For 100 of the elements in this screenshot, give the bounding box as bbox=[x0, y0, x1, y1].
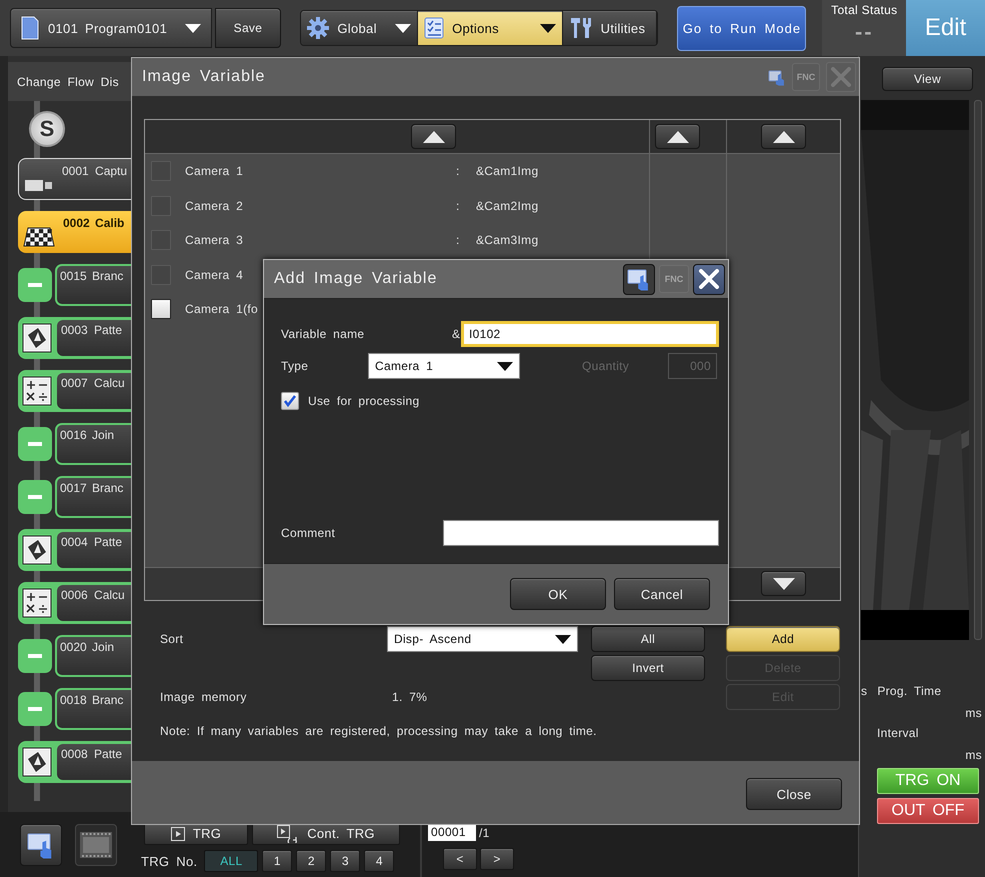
film-button[interactable] bbox=[75, 824, 117, 866]
select-button[interactable]: Invert bbox=[591, 655, 705, 681]
touch-button[interactable] bbox=[623, 264, 655, 294]
comment-field[interactable] bbox=[443, 520, 719, 546]
flow-item[interactable]: 0002 Calib bbox=[18, 211, 131, 253]
memory-value: 1. 7% bbox=[391, 690, 428, 704]
flow-item[interactable]: 0020 Join bbox=[55, 635, 131, 677]
minus-box-icon bbox=[18, 639, 52, 673]
check-icon bbox=[282, 393, 298, 409]
view-button[interactable]: View bbox=[882, 67, 973, 91]
output-indicator: TRG ON bbox=[877, 768, 979, 794]
variable-name: &Cam2Img bbox=[476, 198, 538, 213]
item-label: 0001 Captu bbox=[62, 164, 128, 178]
flow-item[interactable]: 0016 Join bbox=[55, 423, 131, 465]
scroll-down-button[interactable] bbox=[761, 571, 806, 596]
tilted-tile-icon bbox=[22, 747, 52, 777]
stat-label: Prog. Time bbox=[877, 684, 942, 698]
camera-name: Camera 4 bbox=[185, 268, 244, 282]
item-label: 0008 Patte bbox=[57, 744, 131, 780]
flow-item[interactable]: 0015 Branc bbox=[55, 264, 131, 306]
triangle-up-icon bbox=[422, 130, 444, 142]
trigger-number-button[interactable]: 1 bbox=[262, 850, 292, 872]
trigger-number-button[interactable]: 4 bbox=[364, 850, 394, 872]
trigger-number-button[interactable]: 3 bbox=[330, 850, 360, 872]
camera-name: Camera 2 bbox=[185, 198, 244, 213]
dialog-button[interactable]: OK bbox=[510, 578, 606, 610]
checkbox-label: Use for processing bbox=[308, 394, 420, 408]
next-button[interactable]: > bbox=[480, 848, 514, 870]
stat-label: Interval bbox=[877, 726, 919, 740]
sort-dropdown[interactable]: Disp- Ascend bbox=[387, 626, 578, 652]
separator: : bbox=[456, 164, 461, 178]
field-label: Type bbox=[281, 359, 310, 373]
status-label: Total Status bbox=[831, 3, 898, 17]
math-symbols-icon bbox=[22, 588, 52, 618]
math-symbols-icon bbox=[22, 376, 52, 406]
panel-title: Change Flow Dis bbox=[8, 62, 131, 101]
triangle-up-icon bbox=[666, 130, 688, 142]
touch-button[interactable] bbox=[20, 824, 62, 866]
checklist-icon bbox=[424, 17, 444, 39]
close-button[interactable] bbox=[693, 264, 725, 294]
output-indicator: OUT OFF bbox=[877, 798, 979, 824]
dialog-button[interactable]: Cancel bbox=[614, 578, 710, 610]
menu-tab[interactable]: Global bbox=[301, 11, 418, 45]
minus-box-icon bbox=[18, 268, 52, 302]
flow-item[interactable]: 0003 Patte bbox=[18, 317, 131, 359]
save-button[interactable]: Save bbox=[214, 8, 282, 48]
triangle-down-icon bbox=[772, 578, 794, 590]
cut-label: s bbox=[861, 684, 868, 698]
caret-icon bbox=[497, 362, 513, 370]
flow-item[interactable]: 0006 Calcu bbox=[18, 582, 131, 624]
image-count: /1 bbox=[479, 826, 490, 840]
menu-tab[interactable]: Utilities bbox=[562, 11, 658, 45]
sd-card-icon bbox=[21, 16, 39, 40]
unit-label: ms bbox=[965, 748, 982, 762]
previous-button[interactable]: < bbox=[443, 848, 477, 870]
image-number-field[interactable]: 00001 bbox=[428, 824, 476, 841]
caret-icon bbox=[395, 24, 412, 32]
item-label: 0006 Calcu bbox=[57, 585, 131, 621]
scroll-up-button[interactable] bbox=[761, 124, 806, 149]
menu-tab[interactable]: Options bbox=[418, 11, 563, 45]
flow-item[interactable]: 0007 Calcu bbox=[18, 370, 131, 412]
memory-label: Image memory bbox=[160, 690, 248, 704]
unit-label: ms bbox=[965, 706, 982, 720]
tilted-tile-icon bbox=[22, 323, 52, 353]
scroll-up-button[interactable] bbox=[655, 124, 700, 149]
camera-name: Camera 3 bbox=[185, 233, 244, 248]
type-dropdown[interactable]: Camera 1 bbox=[368, 353, 520, 379]
note-text: Note: If many variables are registered, processing may take a long time. bbox=[160, 724, 598, 738]
flow-item[interactable]: 0004 Patte bbox=[18, 529, 131, 571]
mode-indicator: Edit bbox=[906, 0, 985, 56]
flow-item[interactable]: 0001 Captu bbox=[18, 158, 131, 200]
variable-name-field[interactable]: I0102 bbox=[461, 321, 719, 347]
run-mode-button[interactable]: Go to Run Mode bbox=[677, 6, 806, 50]
close-icon bbox=[699, 269, 719, 289]
trigger-number-button[interactable]: 2 bbox=[296, 850, 326, 872]
scroll-up-button[interactable] bbox=[411, 124, 456, 149]
sort-label: Sort bbox=[160, 632, 184, 646]
play-box-icon bbox=[170, 826, 185, 840]
flow-item[interactable]: 0018 Branc bbox=[55, 688, 131, 730]
minus-box-icon bbox=[18, 427, 52, 461]
flow-item[interactable]: 0008 Patte bbox=[18, 741, 131, 783]
dialog-title: Add Image Variable bbox=[274, 270, 438, 288]
camera-name: Camera 1 bbox=[185, 164, 244, 178]
close-icon bbox=[831, 67, 851, 87]
camera-icon bbox=[24, 178, 54, 192]
action-button[interactable]: Add bbox=[726, 626, 840, 652]
program-dropdown[interactable]: 0101 Program0101 bbox=[10, 8, 212, 48]
trigger-number-button[interactable]: ALL bbox=[204, 850, 258, 872]
flow-item[interactable]: 0017 Branc bbox=[55, 476, 131, 518]
field-label: Quantity bbox=[582, 359, 630, 373]
item-label: 0003 Patte bbox=[57, 320, 131, 356]
field-label: Comment bbox=[281, 526, 336, 540]
triangle-up-icon bbox=[772, 130, 794, 142]
checkbox[interactable] bbox=[151, 299, 171, 320]
close-button[interactable]: Close bbox=[746, 778, 842, 810]
trigger-number-label: TRG No. bbox=[141, 854, 198, 868]
select-button[interactable]: All bbox=[591, 626, 705, 652]
checkbox[interactable] bbox=[281, 392, 299, 410]
caret-icon bbox=[184, 24, 201, 32]
repeat-play-icon bbox=[277, 824, 300, 842]
